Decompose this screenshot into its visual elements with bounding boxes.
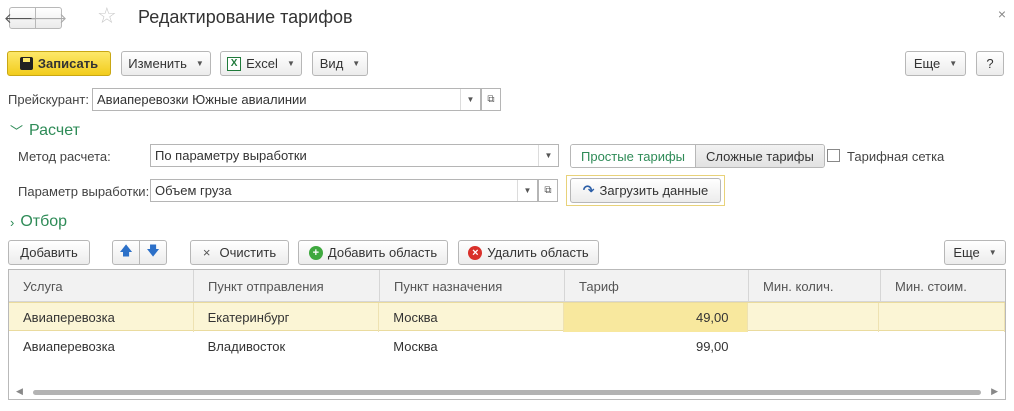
calc-section-header[interactable]: ﹀ Расчет — [10, 121, 80, 140]
open-icon[interactable]: ⧉ — [481, 88, 501, 111]
cell-tariff[interactable]: 49,00 — [563, 303, 748, 332]
add-area-button[interactable]: + Добавить область — [298, 240, 448, 265]
save-button[interactable]: Записать — [7, 51, 111, 76]
view-label: Вид — [319, 56, 344, 71]
chevron-down-icon: ﹀ — [10, 124, 24, 139]
filter-section-header[interactable]: › Отбор — [10, 213, 67, 231]
chevron-down-icon: ▼ — [949, 59, 958, 68]
cell-service[interactable]: Авиаперевозка — [9, 332, 194, 361]
column-header-tariff[interactable]: Тариф — [565, 270, 749, 302]
chevron-down-icon: ▼ — [352, 59, 361, 68]
scrollbar-thumb[interactable] — [33, 390, 981, 395]
column-header-min-qty[interactable]: Мин. колич. — [749, 270, 881, 302]
scroll-right-icon[interactable]: ▶ — [991, 386, 998, 397]
favorite-star-icon[interactable]: ☆ — [97, 4, 117, 28]
column-header-from[interactable]: Пункт отправления — [194, 270, 380, 302]
remove-area-label: Удалить область — [487, 245, 589, 260]
chevron-down-icon: ▼ — [988, 248, 997, 257]
forward-button[interactable]: 🡒 — [30, 7, 67, 29]
filter-section-title: Отбор — [20, 213, 68, 230]
simple-tariffs-option[interactable]: Простые тарифы — [571, 145, 697, 167]
calc-section-title: Расчет — [29, 121, 80, 139]
column-header-to[interactable]: Пункт назначения — [380, 270, 565, 302]
load-data-button[interactable]: ↷ Загрузить данные — [570, 178, 721, 203]
tariffs-table[interactable]: Услуга Пункт отправления Пункт назначени… — [8, 269, 1006, 400]
method-label: Метод расчета: — [18, 149, 111, 164]
chevron-right-icon: › — [10, 214, 15, 230]
horizontal-scrollbar[interactable]: ◀ ▶ — [9, 385, 1005, 399]
plus-circle-icon: + — [308, 245, 323, 260]
save-button-label: Записать — [37, 56, 99, 71]
cell-service[interactable]: Авиаперевозка — [9, 303, 194, 332]
add-row-label: Добавить — [20, 245, 78, 260]
param-label: Параметр выработки: — [18, 184, 150, 199]
method-field[interactable]: По параметру выработки ▼ — [150, 144, 559, 167]
excel-label: Excel — [246, 56, 278, 71]
arrow-right-icon: 🡒 — [29, 9, 68, 26]
tariff-grid-checkbox[interactable] — [827, 149, 840, 162]
column-header-service[interactable]: Услуга — [9, 270, 194, 302]
move-down-button[interactable]: 🡇 — [139, 240, 167, 265]
table-row[interactable]: Авиаперевозка Владивосток Москва 99,00 — [9, 332, 1005, 361]
pricelist-field[interactable]: Авиаперевозки Южные авиалинии ▼ — [92, 88, 481, 111]
complex-tariffs-option[interactable]: Сложные тарифы — [696, 145, 824, 167]
edit-label: Изменить — [128, 56, 187, 71]
open-icon[interactable]: ⧉ — [538, 179, 558, 202]
more-label: Еще — [913, 56, 941, 71]
chevron-down-icon: ▼ — [195, 59, 204, 68]
clear-icon: × — [202, 245, 211, 260]
dropdown-icon[interactable]: ▼ — [460, 89, 480, 110]
column-header-min-cost[interactable]: Мин. стоим. — [881, 270, 1005, 302]
param-field[interactable]: Объем груза ▼ — [150, 179, 538, 202]
move-up-button[interactable]: 🡅 — [112, 240, 140, 265]
cell-min-cost[interactable] — [879, 332, 1005, 361]
arrow-up-icon: 🡅 — [119, 242, 133, 258]
table-more-button[interactable]: Еще ▼ — [944, 240, 1006, 265]
page-title: Редактирование тарифов — [138, 7, 353, 27]
add-row-button[interactable]: Добавить — [8, 240, 90, 265]
tariff-type-toggle[interactable]: Простые тарифы Сложные тарифы — [570, 144, 825, 168]
arrow-down-icon: 🡇 — [146, 242, 160, 258]
disk-icon — [19, 57, 33, 70]
cell-to[interactable]: Москва — [379, 332, 564, 361]
pricelist-value: Авиаперевозки Южные авиалинии — [97, 92, 307, 107]
close-icon[interactable]: × — [998, 6, 1006, 22]
clear-label: Очистить — [219, 245, 277, 260]
redo-arrow-icon: ↷ — [582, 182, 595, 198]
more-menu-button[interactable]: Еще ▼ — [905, 51, 966, 76]
help-icon: ? — [986, 56, 994, 71]
cell-from[interactable]: Владивосток — [194, 332, 380, 361]
remove-area-button[interactable]: × Удалить область — [458, 240, 599, 265]
cell-min-qty[interactable] — [748, 332, 880, 361]
excel-icon: X — [227, 56, 242, 71]
cell-min-cost[interactable] — [879, 303, 1005, 332]
dropdown-icon[interactable]: ▼ — [538, 145, 558, 166]
help-button[interactable]: ? — [976, 51, 1004, 76]
cell-to[interactable]: Москва — [379, 303, 564, 332]
scroll-left-icon[interactable]: ◀ — [16, 386, 23, 397]
table-more-label: Еще — [953, 245, 980, 260]
remove-circle-icon: × — [468, 245, 483, 260]
table-header: Услуга Пункт отправления Пункт назначени… — [9, 270, 1005, 302]
clear-button[interactable]: × Очистить — [190, 240, 289, 265]
cell-from[interactable]: Екатеринбург — [194, 303, 380, 332]
add-area-label: Добавить область — [327, 245, 438, 260]
table-row[interactable]: Авиаперевозка Екатеринбург Москва 49,00 — [9, 302, 1005, 332]
method-value: По параметру выработки — [155, 148, 307, 163]
chevron-down-icon: ▼ — [286, 59, 295, 68]
dropdown-icon[interactable]: ▼ — [517, 180, 537, 201]
cell-tariff[interactable]: 99,00 — [564, 332, 748, 361]
cell-min-qty[interactable] — [748, 303, 880, 332]
view-menu-button[interactable]: Вид ▼ — [312, 51, 368, 76]
excel-button[interactable]: X Excel ▼ — [220, 51, 302, 76]
param-value: Объем груза — [155, 183, 232, 198]
tariff-grid-label: Тарифная сетка — [847, 149, 945, 164]
load-data-label: Загрузить данные — [599, 183, 709, 198]
edit-menu-button[interactable]: Изменить ▼ — [121, 51, 211, 76]
pricelist-label: Прейскурант: — [8, 92, 89, 107]
